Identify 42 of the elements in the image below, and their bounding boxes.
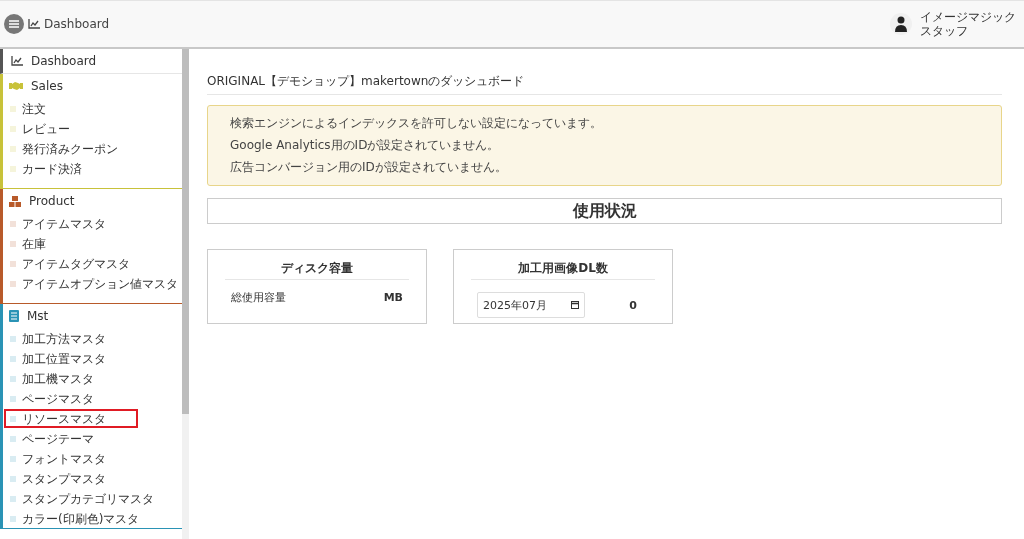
alert-message: 広告コンバージョン用のIDが設定されていません。 [230, 159, 508, 176]
sidebar-item[interactable]: カラー(印刷色)マスタ [4, 509, 144, 528]
section-title: Sales [31, 79, 63, 93]
scrollbar-thumb[interactable] [182, 49, 189, 414]
sidebar-item[interactable]: ページテーマ [4, 429, 98, 448]
menu-button[interactable] [4, 14, 24, 34]
section-title: Product [29, 194, 75, 208]
sidebar-item[interactable]: アイテムマスタ [4, 214, 110, 233]
sidebar-item[interactable]: 発行済みクーポン [4, 139, 122, 158]
alert-message: 検索エンジンによるインデックスを許可しない設定になっています。 [230, 115, 603, 132]
header-title: Dashboard [44, 17, 110, 31]
month-field[interactable]: 2025年07月 [477, 292, 585, 318]
user-name: スタッフ [920, 24, 968, 39]
sidebar-item[interactable]: スタンプマスタ [4, 469, 110, 488]
usage-value: MB [383, 291, 403, 304]
sidebar-item[interactable]: 在庫 [4, 234, 50, 253]
sidebar-item[interactable]: 加工方法マスタ [4, 329, 110, 348]
calendar-icon [571, 301, 579, 309]
user-name: イメージマジック [920, 9, 1016, 24]
page-title: ORIGINAL【デモショップ】makertownのダッシュボード [207, 69, 1002, 95]
sidebar-item[interactable]: リソースマスタ [4, 409, 138, 428]
chart-icon [28, 19, 40, 29]
download-count: 0 [629, 298, 637, 312]
card-title: ディスク容量 [225, 260, 409, 280]
chart-icon [11, 56, 23, 66]
usage-heading: 使用状況 [207, 198, 1002, 224]
card-title: 加工用画像DL数 [471, 260, 655, 280]
sidebar-item[interactable]: アイテムオプション値マスタ [4, 274, 182, 293]
sidebar-item[interactable]: フォントマスタ [4, 449, 110, 468]
sidebar-item[interactable]: ページマスタ [4, 389, 98, 408]
sidebar-item[interactable]: スタンプカテゴリマスタ [4, 489, 158, 508]
sidebar-item[interactable]: レビュー [4, 119, 74, 138]
alert-message: Google Analytics用のIDが設定されていません。 [230, 137, 501, 154]
section-title: Mst [27, 309, 49, 323]
sidebar-item[interactable]: アイテムタグマスタ [4, 254, 134, 273]
usage-label: 総使用容量 [231, 290, 286, 305]
menu-icon [9, 20, 19, 28]
user-avatar-icon [890, 13, 912, 35]
sidebar-item[interactable]: 加工機マスタ [4, 369, 98, 388]
sidebar-item[interactable]: 注文 [4, 99, 50, 118]
sidebar-item[interactable]: カード決済 [4, 159, 86, 178]
sidebar-item[interactable]: 加工位置マスタ [4, 349, 110, 368]
